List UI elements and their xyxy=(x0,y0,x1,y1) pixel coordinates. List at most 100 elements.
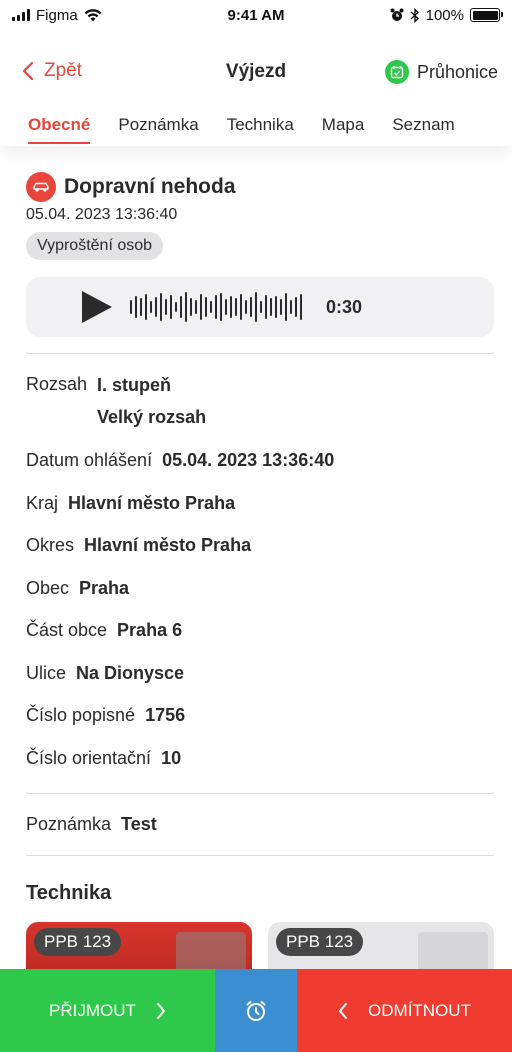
note-row: Poznámka Test xyxy=(26,814,494,835)
waveform-bar xyxy=(190,298,192,316)
waveform-bar xyxy=(130,300,132,314)
detail-cislo-popisne: Číslo popisné 1756 xyxy=(26,705,494,748)
detail-ulice: Ulice Na Dionysce xyxy=(26,663,494,706)
rozsah-stupen: I. stupeň xyxy=(97,375,172,395)
waveform-bar xyxy=(220,293,222,321)
accept-button[interactable]: PŘIJMOUT xyxy=(0,969,215,1052)
rozsah-popis: Velký rozsah xyxy=(97,407,207,427)
incident-datetime: 05.04. 2023 13:36:40 xyxy=(26,206,178,223)
waveform-bar xyxy=(175,302,177,312)
detail-list: Rozsah I. stupeň Velký rozsah Datum ohlá… xyxy=(26,374,494,790)
waveform-bar xyxy=(295,297,297,317)
detail-label: Ulice xyxy=(26,662,67,683)
waveform-bar xyxy=(270,298,272,316)
detail-label: Obec xyxy=(26,577,70,598)
waveform-bar xyxy=(235,298,237,316)
vehicle-photo xyxy=(418,932,488,972)
waveform-bar xyxy=(160,293,162,321)
divider xyxy=(26,353,494,354)
waveform-bar xyxy=(165,299,167,315)
detail-value: 10 xyxy=(161,747,182,768)
bluetooth-icon xyxy=(410,7,419,23)
detail-label: Kraj xyxy=(26,492,59,513)
detail-value: Hlavní město Praha xyxy=(68,492,236,513)
detail-obec: Obec Praha xyxy=(26,578,494,621)
waveform-bar xyxy=(265,295,267,319)
waveform-bar xyxy=(210,301,212,313)
detail-okres: Okres Hlavní město Praha xyxy=(26,535,494,578)
content: Dopravní nehoda 05.04. 2023 13:36:40 Vyp… xyxy=(26,160,494,982)
incident-header: Dopravní nehoda xyxy=(26,172,494,202)
station-selector[interactable]: Průhonice xyxy=(384,60,498,84)
reject-button[interactable]: ODMÍTNOUT xyxy=(297,969,512,1052)
detail-value: Praha xyxy=(79,577,130,598)
tab-technika[interactable]: Technika xyxy=(213,108,308,144)
waveform-bar xyxy=(180,296,182,318)
waveform-bar xyxy=(195,300,197,314)
chevron-right-icon xyxy=(156,1002,165,1019)
audio-duration: 0:30 xyxy=(326,296,363,317)
waveform-bar xyxy=(240,294,242,320)
waveform-bar xyxy=(290,300,292,314)
waveform-bar xyxy=(285,293,287,321)
status-left: Figma xyxy=(12,7,102,24)
waveform-bar xyxy=(140,298,142,316)
waveform-bar xyxy=(155,297,157,317)
play-button[interactable] xyxy=(80,290,114,324)
waveform-bar xyxy=(185,292,187,322)
detail-kraj: Kraj Hlavní město Praha xyxy=(26,493,494,536)
alarm-button[interactable] xyxy=(215,969,297,1052)
waveform-bar xyxy=(255,292,257,322)
divider xyxy=(26,793,494,794)
tab-seznam[interactable]: Seznam xyxy=(378,108,468,144)
chevron-left-icon xyxy=(22,61,34,81)
battery-icon xyxy=(470,8,503,22)
detail-label: Číslo orientační xyxy=(26,747,152,768)
detail-value: 05.04. 2023 13:36:40 xyxy=(162,450,335,470)
station-label: Průhonice xyxy=(416,61,498,82)
calendar-check-icon xyxy=(384,60,409,84)
divider xyxy=(26,855,494,856)
waveform-bar xyxy=(225,299,227,315)
waveform-bar xyxy=(145,294,147,320)
note-label: Poznámka xyxy=(26,814,112,834)
detail-cislo-orientacni: Číslo orientační 10 xyxy=(26,748,494,791)
detail-value: Hlavní město Praha xyxy=(84,535,252,555)
vehicle-badge: PPB 123 xyxy=(34,928,122,956)
back-button[interactable]: Zpět xyxy=(22,60,82,82)
alarm-clock-icon xyxy=(246,1000,266,1021)
waveform-bar xyxy=(200,294,202,320)
waveform-bar xyxy=(170,295,172,319)
waveform-bar xyxy=(230,296,232,318)
alarm-clock-icon xyxy=(390,8,404,21)
incident-title: Dopravní nehoda xyxy=(64,175,236,198)
reject-label: ODMÍTNOUT xyxy=(368,1000,471,1020)
waveform-bar xyxy=(205,297,207,317)
incident-tag: Vyproštění osob xyxy=(26,232,164,260)
waveform-bar xyxy=(275,296,277,318)
waveform-bar xyxy=(300,294,302,320)
waveform-bar xyxy=(260,301,262,313)
tab-bar: Obecné Poznámka Technika Mapa Seznam xyxy=(0,108,512,146)
detail-label: Číslo popisné xyxy=(26,705,136,725)
tab-obecne[interactable]: Obecné xyxy=(0,108,104,144)
detail-value: I. stupeň Velký rozsah xyxy=(97,369,206,433)
tab-mapa[interactable]: Mapa xyxy=(308,108,379,144)
waveform-bar xyxy=(150,301,152,313)
action-bar: PŘIJMOUT ODMÍTNOUT xyxy=(0,969,512,1052)
audio-player: 0:30 xyxy=(26,277,494,337)
tab-poznamka[interactable]: Poznámka xyxy=(104,108,212,144)
nav-bar: Zpět Výjezd Průhonice xyxy=(0,48,512,96)
signal-icon xyxy=(12,9,30,21)
waveform-bar xyxy=(250,297,252,317)
detail-label: Datum ohlášení xyxy=(26,450,153,470)
detail-label: Rozsah xyxy=(26,374,88,394)
detail-label: Část obce xyxy=(26,620,108,640)
audio-waveform[interactable] xyxy=(130,290,302,324)
detail-label: Okres xyxy=(26,535,75,555)
vehicle-badge: PPB 123 xyxy=(276,928,364,956)
chevron-left-icon xyxy=(339,1002,348,1019)
waveform-bar xyxy=(215,295,217,319)
waveform-bar xyxy=(135,296,137,318)
back-label: Zpět xyxy=(44,60,83,81)
